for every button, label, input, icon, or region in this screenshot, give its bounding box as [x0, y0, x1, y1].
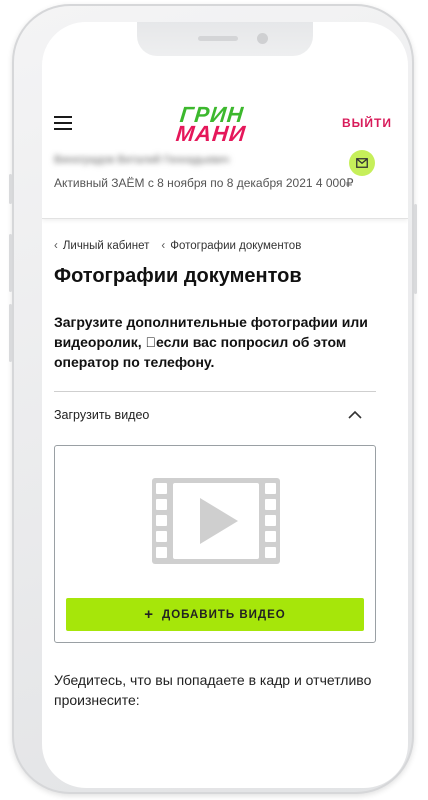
- speaker: [198, 36, 238, 41]
- camera-icon: [257, 33, 268, 44]
- chevron-left-icon: ‹: [161, 240, 166, 252]
- user-name: Виноградов Виталий Геннадьевич: [54, 154, 230, 166]
- power-button: [414, 204, 417, 294]
- logout-button[interactable]: ВЫЙТИ: [342, 116, 392, 130]
- plus-icon: +: [144, 606, 155, 623]
- breadcrumb-current[interactable]: Фотографии документов: [170, 240, 301, 252]
- volume-up-button: [9, 234, 12, 292]
- video-film-icon: [152, 478, 280, 564]
- video-upload-area[interactable]: + ДОБАВИТЬ ВИДЕО: [54, 445, 376, 643]
- loan-status: Активный ЗАЁМ с 8 ноября по 8 декабря 20…: [54, 176, 354, 190]
- add-video-button[interactable]: + ДОБАВИТЬ ВИДЕО: [66, 598, 364, 631]
- chevron-up-icon[interactable]: [347, 407, 363, 423]
- page-title: Фотографии документов: [54, 265, 302, 287]
- mail-icon: [356, 158, 368, 168]
- volume-down-button: [9, 304, 12, 362]
- accordion-title-upload-video[interactable]: Загрузить видео: [54, 408, 149, 422]
- notch: [137, 22, 313, 56]
- brand-logo[interactable]: ГРИН МАНИ: [172, 102, 292, 146]
- logo-line-2: МАНИ: [174, 121, 248, 146]
- chevron-left-icon: ‹: [54, 240, 58, 252]
- instruction-text: Загрузите дополнительные фотографии или …: [54, 314, 368, 370]
- divider: [54, 391, 376, 392]
- phone-screen: ГРИН МАНИ ВЫЙТИ Виноградов Виталий Генна…: [42, 22, 408, 788]
- hint-text: Убедитесь, что вы попадаете в кадр и отч…: [54, 672, 372, 708]
- phone-frame: ГРИН МАНИ ВЫЙТИ Виноградов Виталий Генна…: [9, 4, 417, 794]
- mute-switch: [9, 174, 12, 204]
- add-video-label: ДОБАВИТЬ ВИДЕО: [162, 608, 286, 621]
- mail-button[interactable]: [349, 150, 375, 176]
- hamburger-icon[interactable]: [54, 116, 72, 130]
- breadcrumb: ‹ Личный кабинет ‹ Фотографии документов: [54, 240, 313, 252]
- breadcrumb-link-cabinet[interactable]: Личный кабинет: [63, 240, 150, 252]
